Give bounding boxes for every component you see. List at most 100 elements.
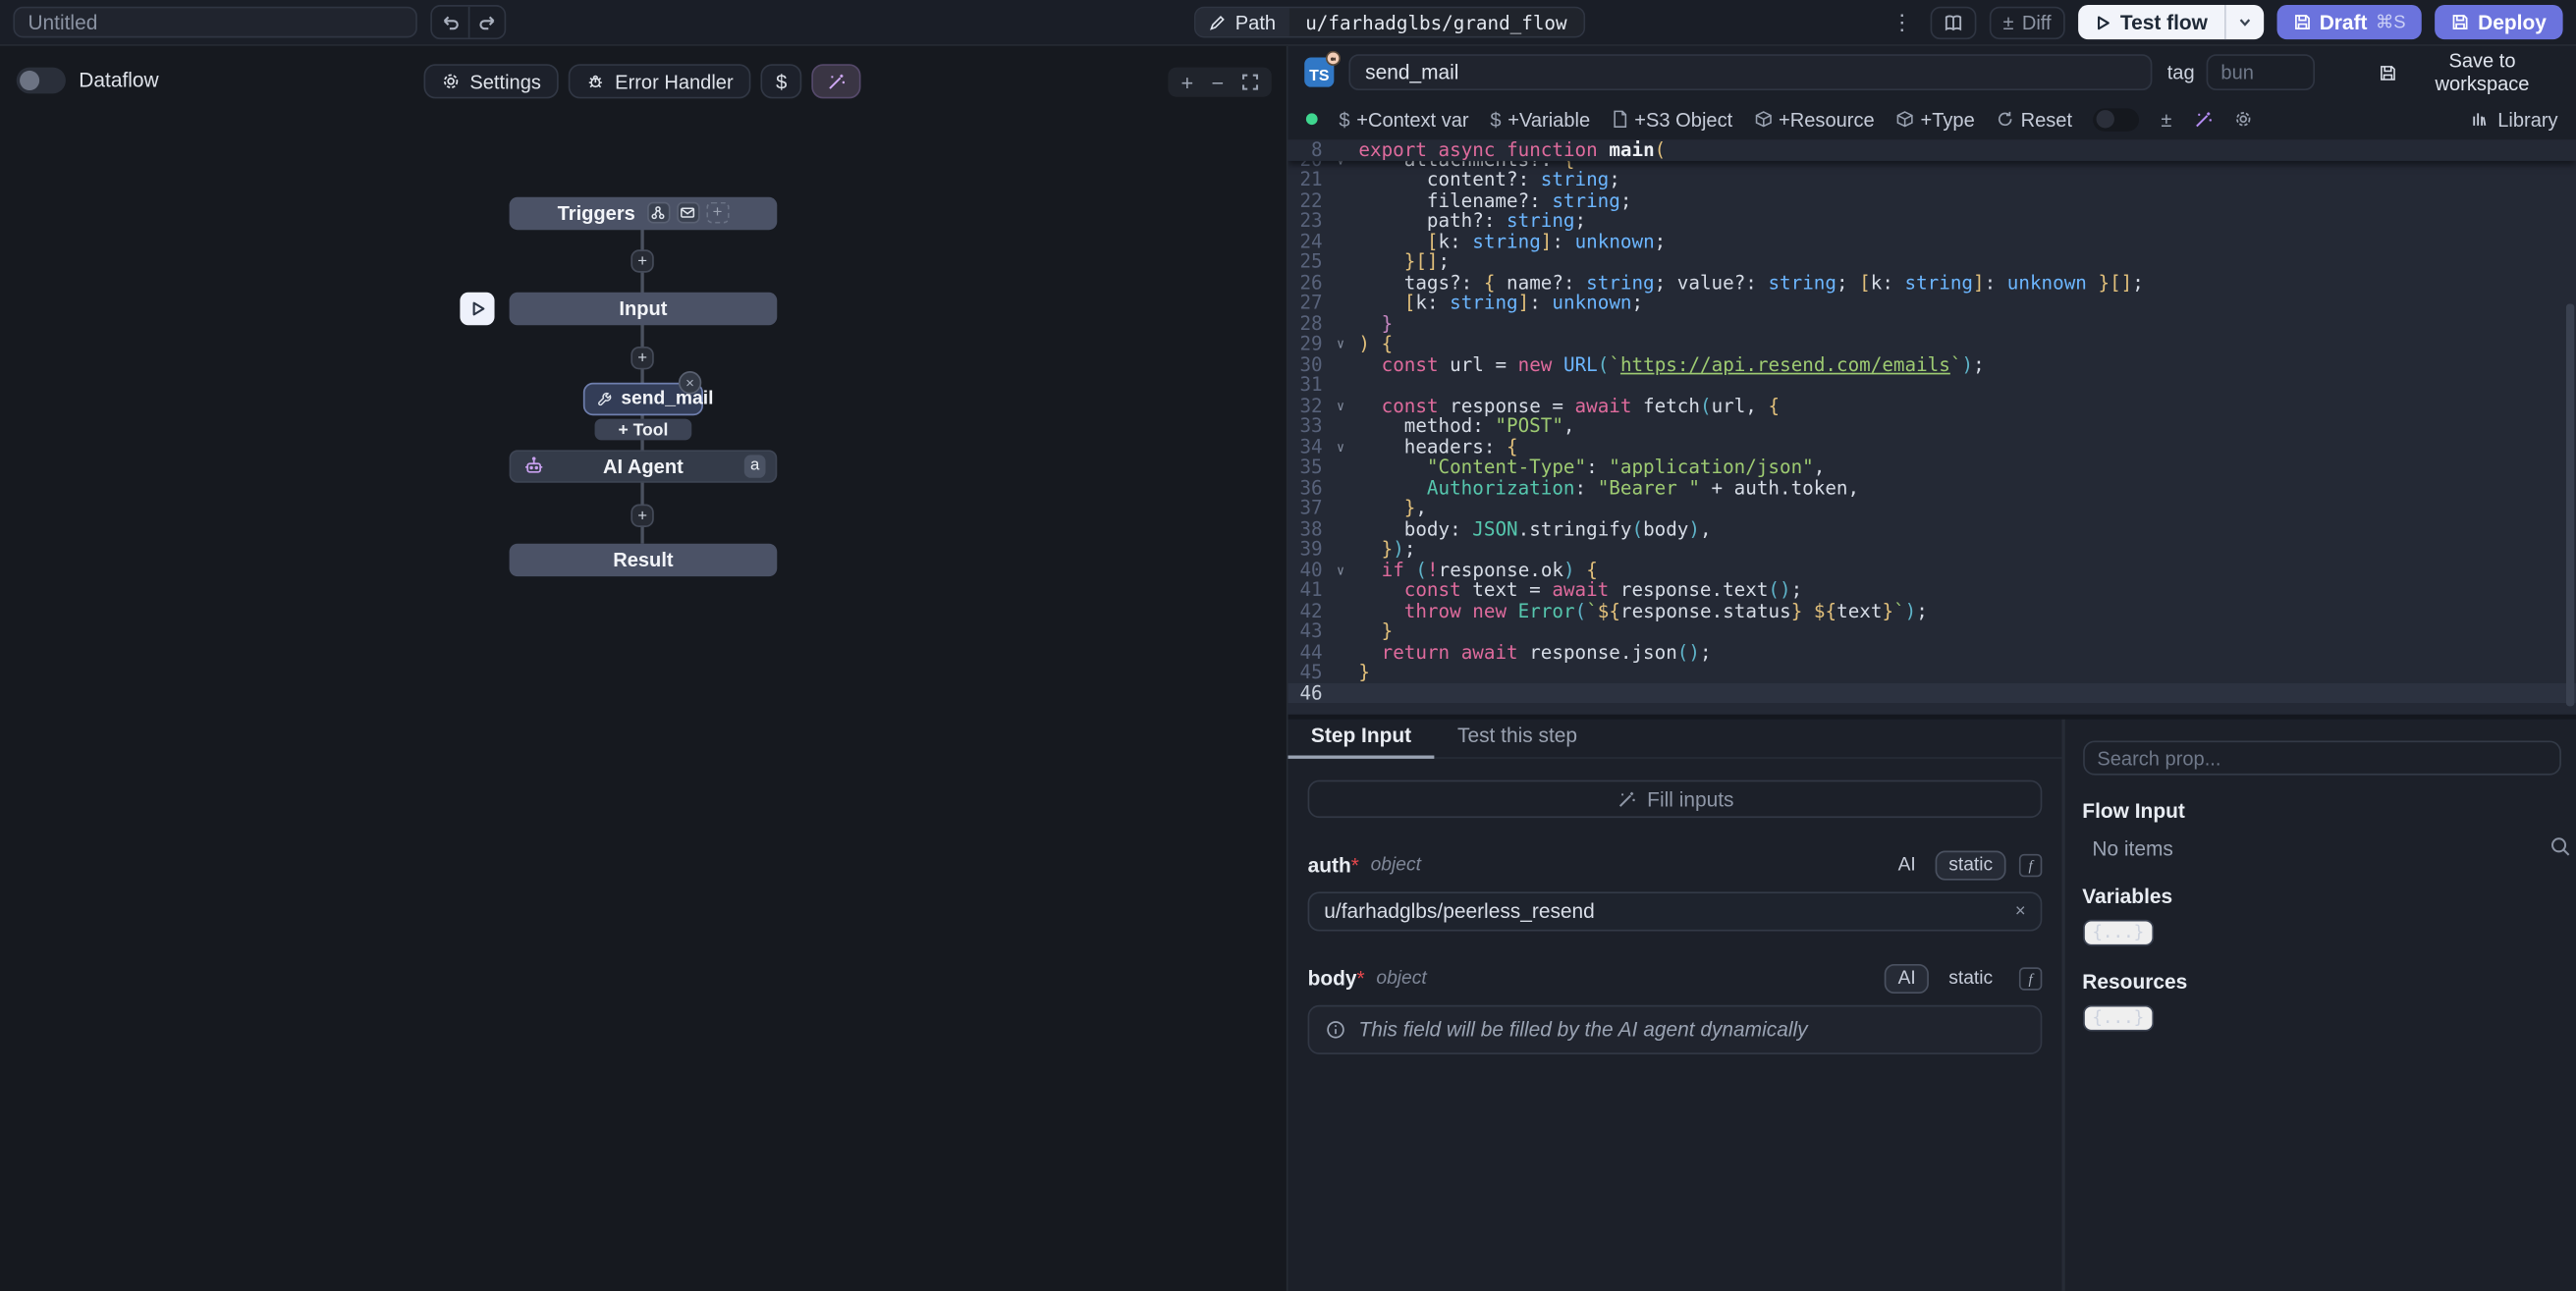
fill-inputs-button[interactable]: Fill inputs (1308, 780, 2043, 818)
code-line[interactable]: 46 (1288, 682, 2575, 703)
zoom-in-button[interactable]: + (1180, 70, 1193, 94)
test-flow-button[interactable]: Test flow (2077, 5, 2263, 39)
search-icon-button[interactable] (2549, 835, 2571, 857)
fullscreen-button[interactable] (1242, 74, 1259, 90)
draft-button[interactable]: Draft ⌘S (2276, 5, 2422, 39)
deploy-button[interactable]: Deploy (2436, 5, 2563, 39)
editor-toolbar: $ +Context var $ +Variable +S3 Object +R… (1288, 98, 2575, 139)
auth-value-input[interactable] (1324, 900, 2015, 923)
add-context-var-button[interactable]: $ +Context var (1339, 108, 1468, 131)
code-line[interactable]: 35 "Content-Type": "application/json", (1288, 457, 2575, 477)
diff-mode-button[interactable]: ± (2161, 108, 2171, 131)
code-line[interactable]: 28 } (1288, 313, 2575, 334)
test-flow-dropdown[interactable] (2224, 5, 2264, 39)
tag-input[interactable] (2206, 54, 2314, 90)
path-widget[interactable]: Path u/farhadglbs/grand_flow (1194, 7, 1585, 38)
reset-button[interactable]: Reset (1997, 108, 2073, 131)
code-line[interactable]: 29∨) { (1288, 334, 2575, 354)
code-line[interactable]: 44 return await response.json(); (1288, 641, 2575, 662)
save-to-workspace-button[interactable]: Save to workspace (2379, 49, 2559, 95)
dataflow-toggle[interactable] (17, 68, 66, 94)
code-line[interactable]: 34∨ headers: { (1288, 436, 2575, 457)
robot-icon (524, 457, 544, 476)
dollar-button[interactable]: $ (761, 64, 801, 98)
code-editor[interactable]: 20∨ attachments?: {21 content?: string;2… (1288, 139, 2575, 714)
fullscreen-icon (1242, 74, 1259, 90)
code-line[interactable]: 30 const url = new URL(`https://api.rese… (1288, 353, 2575, 374)
code-line[interactable]: 41 const text = await response.text(); (1288, 580, 2575, 601)
code-line[interactable]: 36 Authorization: "Bearer " + auth.token… (1288, 477, 2575, 498)
library-button[interactable]: Library (2471, 108, 2557, 131)
editor-toggle[interactable] (2094, 108, 2140, 131)
flow-name-input[interactable] (13, 7, 417, 38)
result-node[interactable]: Result (510, 544, 778, 576)
fold-chevron-icon[interactable]: ∨ (1331, 436, 1350, 457)
auth-clear-button[interactable]: × (2015, 901, 2026, 921)
remove-send-mail-button[interactable]: × (679, 371, 701, 394)
code-line[interactable]: 40∨ if (!response.ok) { (1288, 560, 2575, 580)
body-static-mode-button[interactable]: static (1936, 964, 2006, 994)
diff-button[interactable]: ± Diff (1990, 6, 2064, 38)
insert-step-button-3[interactable]: + (630, 505, 653, 527)
run-input-button[interactable] (460, 293, 494, 325)
code-line[interactable]: 33 method: "POST", (1288, 415, 2575, 436)
more-menu-button[interactable]: ⋮ (1887, 9, 1918, 35)
input-node[interactable]: Input (510, 293, 778, 325)
code-line[interactable]: 22 filename?: string; (1288, 189, 2575, 210)
auth-static-mode-button[interactable]: static (1936, 851, 2006, 881)
code-line[interactable]: 39 }); (1288, 539, 2575, 560)
editor-scrollbar[interactable] (2566, 303, 2574, 706)
fold-chevron-icon[interactable]: ∨ (1331, 334, 1350, 354)
code-line[interactable]: 42 throw new Error(`${response.status} $… (1288, 600, 2575, 620)
test-flow-label: Test flow (2120, 11, 2208, 33)
code-line[interactable]: 43 } (1288, 620, 2575, 641)
code-line[interactable]: 31 (1288, 374, 2575, 395)
code-line[interactable]: 21 content?: string; (1288, 169, 2575, 189)
error-handler-button[interactable]: Error Handler (569, 64, 751, 98)
webhook-trigger-button[interactable] (647, 202, 670, 224)
code-line[interactable]: 38 body: JSON.stringify(body), (1288, 518, 2575, 539)
add-variable-button[interactable]: $ +Variable (1490, 108, 1590, 131)
code-line[interactable]: 32∨ const response = await fetch(url, { (1288, 395, 2575, 415)
email-trigger-button[interactable] (677, 202, 699, 224)
tab-test-this-step[interactable]: Test this step (1435, 725, 1601, 757)
ai-assistant-button[interactable] (2193, 109, 2213, 129)
code-line[interactable]: 23 path?: string; (1288, 210, 2575, 231)
editor-settings-button[interactable] (2234, 110, 2252, 128)
redo-button[interactable] (468, 7, 505, 38)
add-type-button[interactable]: +Type (1895, 108, 1974, 131)
step-name-input[interactable] (1348, 54, 2152, 90)
tab-step-input[interactable]: Step Input (1288, 725, 1434, 757)
docs-button[interactable] (1931, 6, 1977, 38)
add-tool-button[interactable]: + Tool (595, 419, 692, 441)
fold-chevron-icon[interactable]: ∨ (1331, 560, 1350, 580)
body-expression-button[interactable]: f (2019, 967, 2042, 990)
ai-agent-node[interactable]: AI Agent a (510, 450, 778, 482)
undo-button[interactable] (432, 7, 468, 38)
code-line[interactable]: 25 }[]; (1288, 251, 2575, 272)
resources-object-badge[interactable]: {...} (2082, 1005, 2154, 1032)
prop-search-input[interactable] (2082, 740, 2561, 775)
triggers-node[interactable]: Triggers + (510, 197, 778, 230)
auth-ai-mode-button[interactable]: AI (1885, 851, 1929, 881)
flow-input-empty: No items (2092, 837, 2561, 860)
settings-button[interactable]: Settings (424, 64, 560, 98)
body-ai-mode-button[interactable]: AI (1885, 964, 1929, 994)
code-line[interactable]: 8export async function main( (1288, 139, 2575, 160)
zoom-out-button[interactable]: − (1212, 70, 1225, 94)
insert-step-button-1[interactable]: + (630, 249, 653, 272)
ai-wand-button[interactable] (811, 64, 860, 98)
variables-object-badge[interactable]: {...} (2082, 920, 2154, 946)
add-s3-object-button[interactable]: +S3 Object (1612, 108, 1732, 131)
code-line[interactable]: 27 [k: string]: unknown; (1288, 293, 2575, 313)
auth-expression-button[interactable]: f (2019, 854, 2042, 877)
code-line[interactable]: 45} (1288, 662, 2575, 682)
add-resource-button[interactable]: +Resource (1754, 108, 1875, 131)
code-line[interactable]: 37 }, (1288, 498, 2575, 518)
code-line[interactable]: 26 tags?: { name?: string; value?: strin… (1288, 272, 2575, 293)
fold-chevron-icon[interactable]: ∨ (1331, 395, 1350, 415)
code-line[interactable]: 24 [k: string]: unknown; (1288, 231, 2575, 251)
add-trigger-button[interactable]: + (706, 202, 729, 224)
editor-panel: TS tag Save to workspace $ +Context var (1288, 46, 2575, 1291)
insert-step-button-2[interactable]: + (630, 347, 653, 369)
